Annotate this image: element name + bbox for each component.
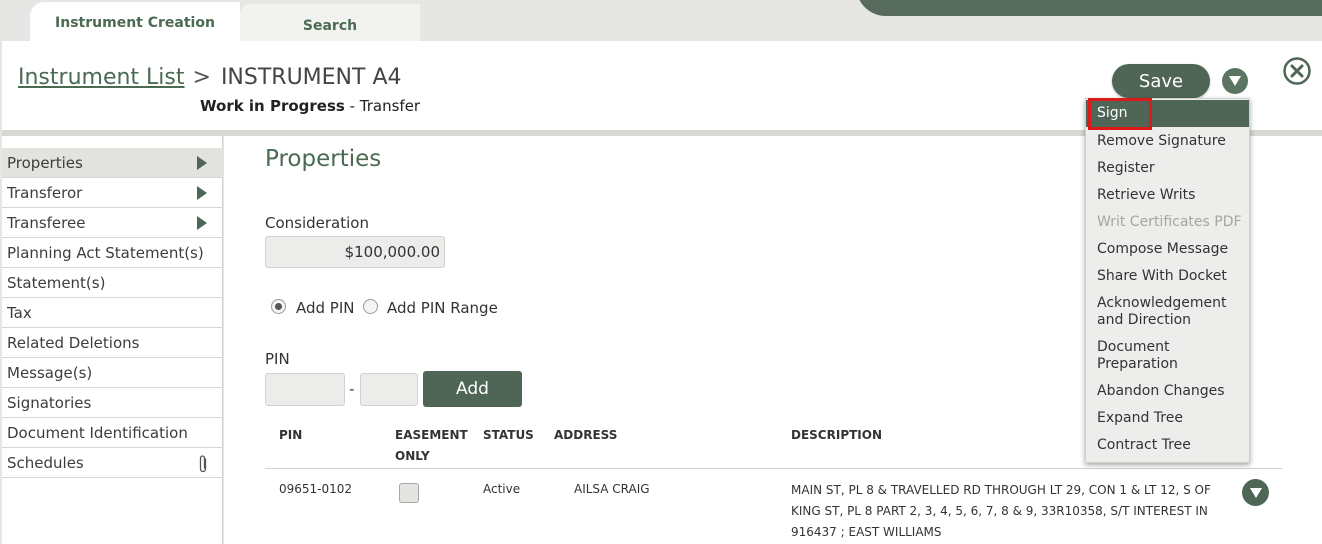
sidebar-item-label: Document Identification [7, 423, 188, 442]
tab-search[interactable]: Search [240, 4, 420, 41]
cell-pin: 09651-0102 [279, 482, 353, 496]
menu-item-label-line2: Preparation [1097, 356, 1178, 372]
tab-instrument-creation[interactable]: Instrument Creation [30, 2, 240, 43]
menu-item-share-with-docket[interactable]: Share With Docket [1097, 268, 1247, 285]
sidebar-item-statements[interactable]: Statement(s) [2, 268, 223, 298]
table-header-divider [265, 468, 1282, 469]
sidebar-item-document-identification[interactable]: Document Identification [2, 418, 223, 448]
triangle-right-icon [197, 186, 207, 200]
breadcrumb: Instrument List > INSTRUMENT A4 [18, 65, 402, 90]
breadcrumb-separator: > [192, 65, 211, 90]
menu-item-label-line2: and Direction [1097, 312, 1192, 328]
sidebar-item-label: Message(s) [7, 363, 93, 382]
add-pin-button[interactable]: Add [423, 371, 522, 407]
cell-address: AILSA CRAIG [574, 482, 650, 496]
close-icon[interactable] [1282, 56, 1312, 86]
tab-instrument-creation-label: Instrument Creation [55, 14, 215, 31]
cell-description-line-2: KING ST, PL 8 PART 2, 3, 4, 5, 6, 7, 8 &… [791, 504, 1208, 518]
tab-search-label: Search [302, 17, 358, 34]
sidebar-item-planning-act-statements[interactable]: Planning Act Statement(s) [2, 238, 223, 268]
sidebar-item-label: Related Deletions [7, 333, 140, 352]
cell-description-line-1: MAIN ST, PL 8 & TRAVELLED RD THROUGH LT … [791, 483, 1211, 497]
breadcrumb-instrument-list-link[interactable]: Instrument List [18, 65, 185, 90]
sidebar-item-messages[interactable]: Message(s) [2, 358, 223, 388]
paperclip-icon [199, 455, 207, 473]
sidebar-item-label: Planning Act Statement(s) [7, 243, 204, 262]
menu-item-contract-tree[interactable]: Contract Tree [1097, 437, 1247, 454]
column-header-address: ADDRESS [554, 428, 618, 442]
sidebar-item-label: Signatories [7, 393, 92, 412]
row-options-dropdown-button[interactable] [1242, 479, 1269, 506]
chevron-down-icon [1249, 487, 1262, 498]
sidebar-item-label: Transferor [7, 183, 83, 202]
save-button[interactable]: Save [1112, 64, 1210, 98]
sidebar-item-transferor[interactable]: Transferor [2, 178, 223, 208]
sidebar-item-signatories[interactable]: Signatories [2, 388, 223, 418]
sidebar-item-properties[interactable]: Properties [2, 148, 223, 178]
cell-status: Active [483, 482, 521, 496]
save-options-dropdown-button[interactable] [1222, 68, 1248, 94]
menu-item-compose-message[interactable]: Compose Message [1097, 241, 1247, 258]
sidebar-nav: Properties Transferor Transferee Plannin… [2, 136, 223, 544]
sidebar-item-related-deletions[interactable]: Related Deletions [2, 328, 223, 358]
instrument-status-line: Work in Progress - Transfer [200, 97, 420, 115]
menu-item-register[interactable]: Register [1097, 160, 1247, 177]
menu-item-label: Acknowledgement [1097, 295, 1227, 311]
sidebar-item-label: Schedules [7, 453, 84, 472]
menu-item-expand-tree[interactable]: Expand Tree [1097, 410, 1247, 427]
column-header-easement-only: ONLY [395, 449, 430, 463]
consideration-input[interactable] [265, 236, 445, 268]
sign-highlight-box [1088, 98, 1152, 130]
menu-item-acknowledgement-and-direction[interactable]: Acknowledgement and Direction [1097, 295, 1247, 329]
menu-item-writ-certificates-pdf: Writ Certificates PDF [1097, 214, 1242, 230]
sidebar-item-schedules[interactable]: Schedules [2, 448, 223, 478]
consideration-label: Consideration [265, 214, 369, 232]
cell-description-line-3: 916437 ; EAST WILLIAMS [791, 525, 942, 539]
sidebar-item-label: Statement(s) [7, 273, 106, 292]
column-header-easement: EASEMENT [395, 428, 468, 442]
radio-add-pin-range[interactable] [363, 299, 378, 314]
pin-property-input[interactable] [360, 373, 418, 406]
save-options-menu: Sign Remove Signature Register Retrieve … [1085, 98, 1250, 463]
pin-block-input[interactable] [265, 373, 345, 406]
menu-item-document-preparation[interactable]: Document Preparation [1097, 339, 1247, 373]
radio-add-pin[interactable] [271, 299, 286, 314]
instrument-type: Transfer [359, 97, 421, 115]
sidebar-item-label: Properties [7, 153, 83, 172]
radio-add-pin-label[interactable]: Add PIN [296, 299, 355, 317]
top-decoration [856, 0, 1322, 16]
sidebar-item-transferee[interactable]: Transferee [2, 208, 223, 238]
menu-item-abandon-changes[interactable]: Abandon Changes [1097, 383, 1247, 400]
page-title: INSTRUMENT A4 [220, 65, 402, 90]
pin-label: PIN [265, 350, 290, 368]
menu-item-remove-signature[interactable]: Remove Signature [1097, 133, 1247, 150]
column-header-pin: PIN [279, 428, 303, 442]
sidebar-item-label: Transferee [7, 213, 86, 232]
status-separator: - [344, 97, 360, 115]
sidebar-item-label: Tax [7, 303, 32, 322]
instrument-status: Work in Progress [200, 97, 345, 115]
sidebar-item-tax[interactable]: Tax [2, 298, 223, 328]
triangle-right-icon [197, 156, 207, 170]
column-header-description: DESCRIPTION [791, 428, 883, 442]
pin-separator: - [349, 380, 355, 398]
radio-add-pin-range-label[interactable]: Add PIN Range [387, 299, 498, 317]
triangle-right-icon [197, 216, 207, 230]
column-header-status: STATUS [483, 428, 534, 442]
chevron-down-icon [1229, 76, 1241, 86]
menu-item-retrieve-writs[interactable]: Retrieve Writs [1097, 187, 1247, 204]
menu-item-label: Document [1097, 339, 1170, 355]
section-title: Properties [265, 146, 382, 172]
easement-only-checkbox[interactable] [399, 483, 419, 503]
